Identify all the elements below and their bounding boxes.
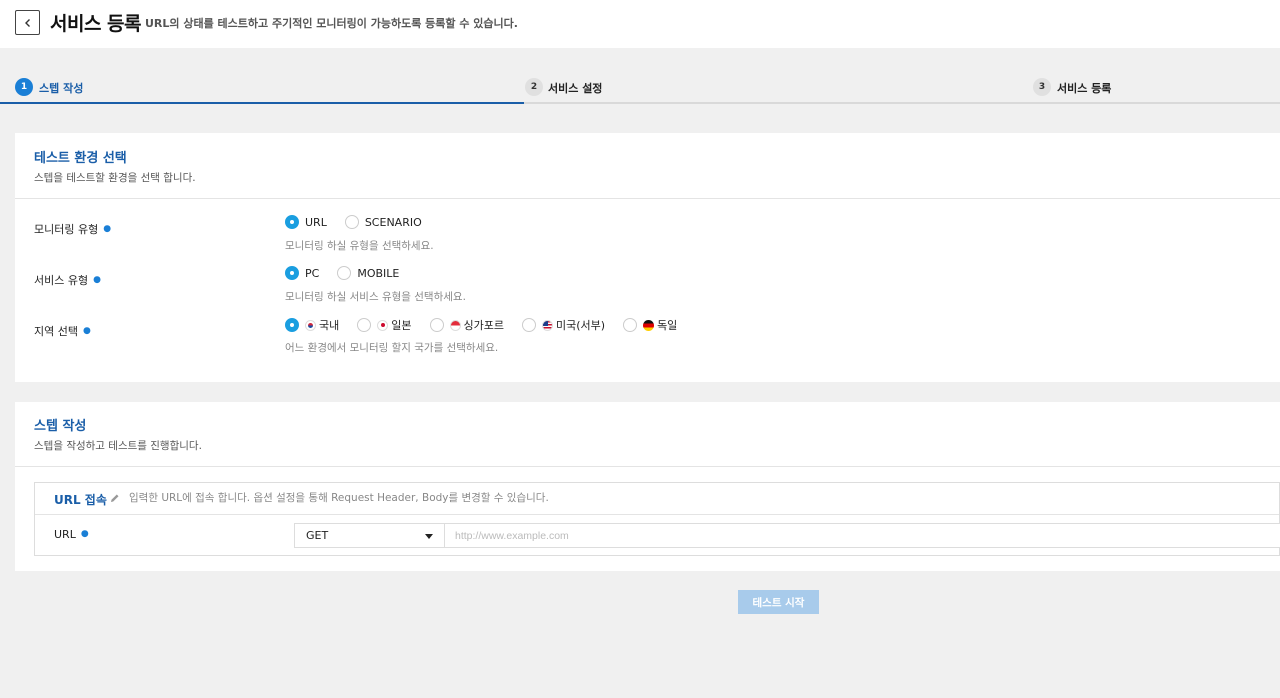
radio-region-japan[interactable]: 일본	[357, 317, 412, 333]
chevron-left-icon	[24, 18, 30, 27]
env-card-subtitle: 스텝을 테스트할 환경을 선택 합니다.	[34, 172, 196, 184]
step-card: 스텝 작성 스텝을 작성하고 테스트를 진행합니다. URL 접속 입력한 UR…	[15, 402, 1280, 571]
radio-indicator	[357, 318, 372, 332]
step-bar	[1032, 102, 1280, 104]
env-card: 테스트 환경 선택 스텝을 테스트할 환경을 선택 합니다. 모니터링 유형 ● …	[15, 133, 1280, 382]
label-text: 지역 선택	[34, 325, 78, 338]
radio-pc[interactable]: PC	[285, 266, 319, 280]
service-type-radios: PC MOBILE	[285, 266, 417, 280]
radio-region-korea[interactable]: 국내	[285, 317, 339, 333]
radio-indicator	[521, 318, 536, 332]
caret-down-icon	[425, 534, 433, 539]
germany-flag-icon	[643, 319, 655, 331]
required-dot-icon: ●	[82, 326, 91, 336]
region-hint: 어느 환경에서 모니터링 할지 국가를 선택하세요.	[285, 342, 499, 354]
radio-label: 국내	[319, 319, 340, 332]
service-type-label: 서비스 유형 ●	[34, 272, 101, 288]
label-text: 서비스 유형	[34, 274, 89, 287]
radio-mobile[interactable]: MOBILE	[337, 266, 399, 280]
radio-indicator	[285, 318, 299, 332]
radio-url[interactable]: URL	[285, 215, 327, 229]
label-text: 모니터링 유형	[34, 223, 99, 236]
us-flag-icon	[541, 319, 553, 331]
back-button[interactable]	[15, 10, 40, 35]
divider	[35, 514, 1279, 515]
step-label: 스텝 작성	[39, 82, 84, 95]
radio-label: PC	[305, 266, 320, 280]
radio-label: 미국(서부)	[555, 319, 606, 332]
radio-indicator	[337, 266, 352, 280]
service-type-hint: 모니터링 하실 서비스 유형을 선택하세요.	[285, 291, 466, 303]
step-label: 서비스 설정	[548, 82, 603, 95]
singapore-flag-icon	[449, 319, 461, 331]
step-1[interactable]: 1 스텝 작성	[0, 76, 524, 104]
japan-flag-icon	[377, 319, 389, 331]
step-card-title: 스텝 작성	[34, 419, 87, 434]
radio-scenario[interactable]: SCENARIO	[344, 215, 422, 229]
radio-label: 독일	[657, 319, 678, 332]
url-step-description: 입력한 URL에 접속 합니다. 옵션 설정을 통해 Request Heade…	[129, 492, 549, 504]
radio-indicator	[285, 215, 299, 229]
monitoring-type-label: 모니터링 유형 ●	[34, 221, 111, 237]
radio-label: 일본	[391, 319, 412, 332]
radio-label: MOBILE	[357, 266, 400, 280]
korea-flag-icon	[305, 319, 316, 331]
radio-indicator	[623, 318, 638, 332]
radio-region-singapore[interactable]: 싱가포르	[429, 317, 504, 333]
env-card-title: 테스트 환경 선택	[34, 151, 127, 166]
url-step-title: URL 접속	[54, 493, 107, 507]
page-title: 서비스 등록	[50, 13, 142, 35]
divider	[15, 466, 1280, 467]
step-number: 3	[1033, 78, 1051, 96]
label-text: URL	[54, 528, 76, 541]
step-bar	[0, 102, 524, 104]
region-radios: 국내 일본 싱가포르 미국(서부) 독일	[285, 317, 695, 333]
step-number: 1	[15, 78, 33, 96]
page-header: 서비스 등록 URL의 상태를 테스트하고 주기적인 모니터링이 가능하도록 등…	[0, 0, 1280, 48]
start-test-button[interactable]: 테스트 시작	[738, 590, 819, 614]
step-label: 서비스 등록	[1057, 82, 1112, 95]
step-number: 2	[525, 78, 543, 96]
http-method-select[interactable]: GET	[294, 523, 445, 548]
url-label: URL ●	[54, 528, 89, 541]
step-bar	[524, 102, 1032, 104]
monitoring-type-radios: URL SCENARIO	[285, 215, 440, 229]
radio-region-us-west[interactable]: 미국(서부)	[521, 317, 606, 333]
required-dot-icon: ●	[103, 224, 112, 234]
radio-label: 싱가포르	[463, 319, 504, 332]
monitoring-type-hint: 모니터링 하실 유형을 선택하세요.	[285, 240, 434, 252]
step-2[interactable]: 2 서비스 설정	[524, 76, 1032, 104]
step-card-subtitle: 스텝을 작성하고 테스트를 진행합니다.	[34, 440, 202, 452]
radio-indicator	[285, 266, 299, 280]
url-step-box: URL 접속 입력한 URL에 접속 합니다. 옵션 설정을 통해 Reques…	[34, 482, 1280, 556]
page-description: URL의 상태를 테스트하고 주기적인 모니터링이 가능하도록 등록할 수 있습…	[145, 17, 518, 30]
divider	[15, 198, 1280, 199]
radio-indicator	[344, 215, 359, 229]
radio-indicator	[429, 318, 444, 332]
required-dot-icon: ●	[93, 275, 101, 285]
stepper: 1 스텝 작성 2 서비스 설정 3 서비스 등록	[0, 76, 1280, 104]
radio-label: URL	[305, 215, 327, 229]
method-value: GET	[306, 529, 329, 542]
radio-label: SCENARIO	[364, 215, 422, 229]
url-input[interactable]	[445, 523, 1280, 548]
pencil-icon[interactable]	[110, 493, 120, 503]
region-label: 지역 선택 ●	[34, 323, 91, 339]
radio-region-germany[interactable]: 독일	[623, 317, 677, 333]
step-3[interactable]: 3 서비스 등록	[1032, 76, 1280, 104]
required-dot-icon: ●	[80, 529, 89, 539]
